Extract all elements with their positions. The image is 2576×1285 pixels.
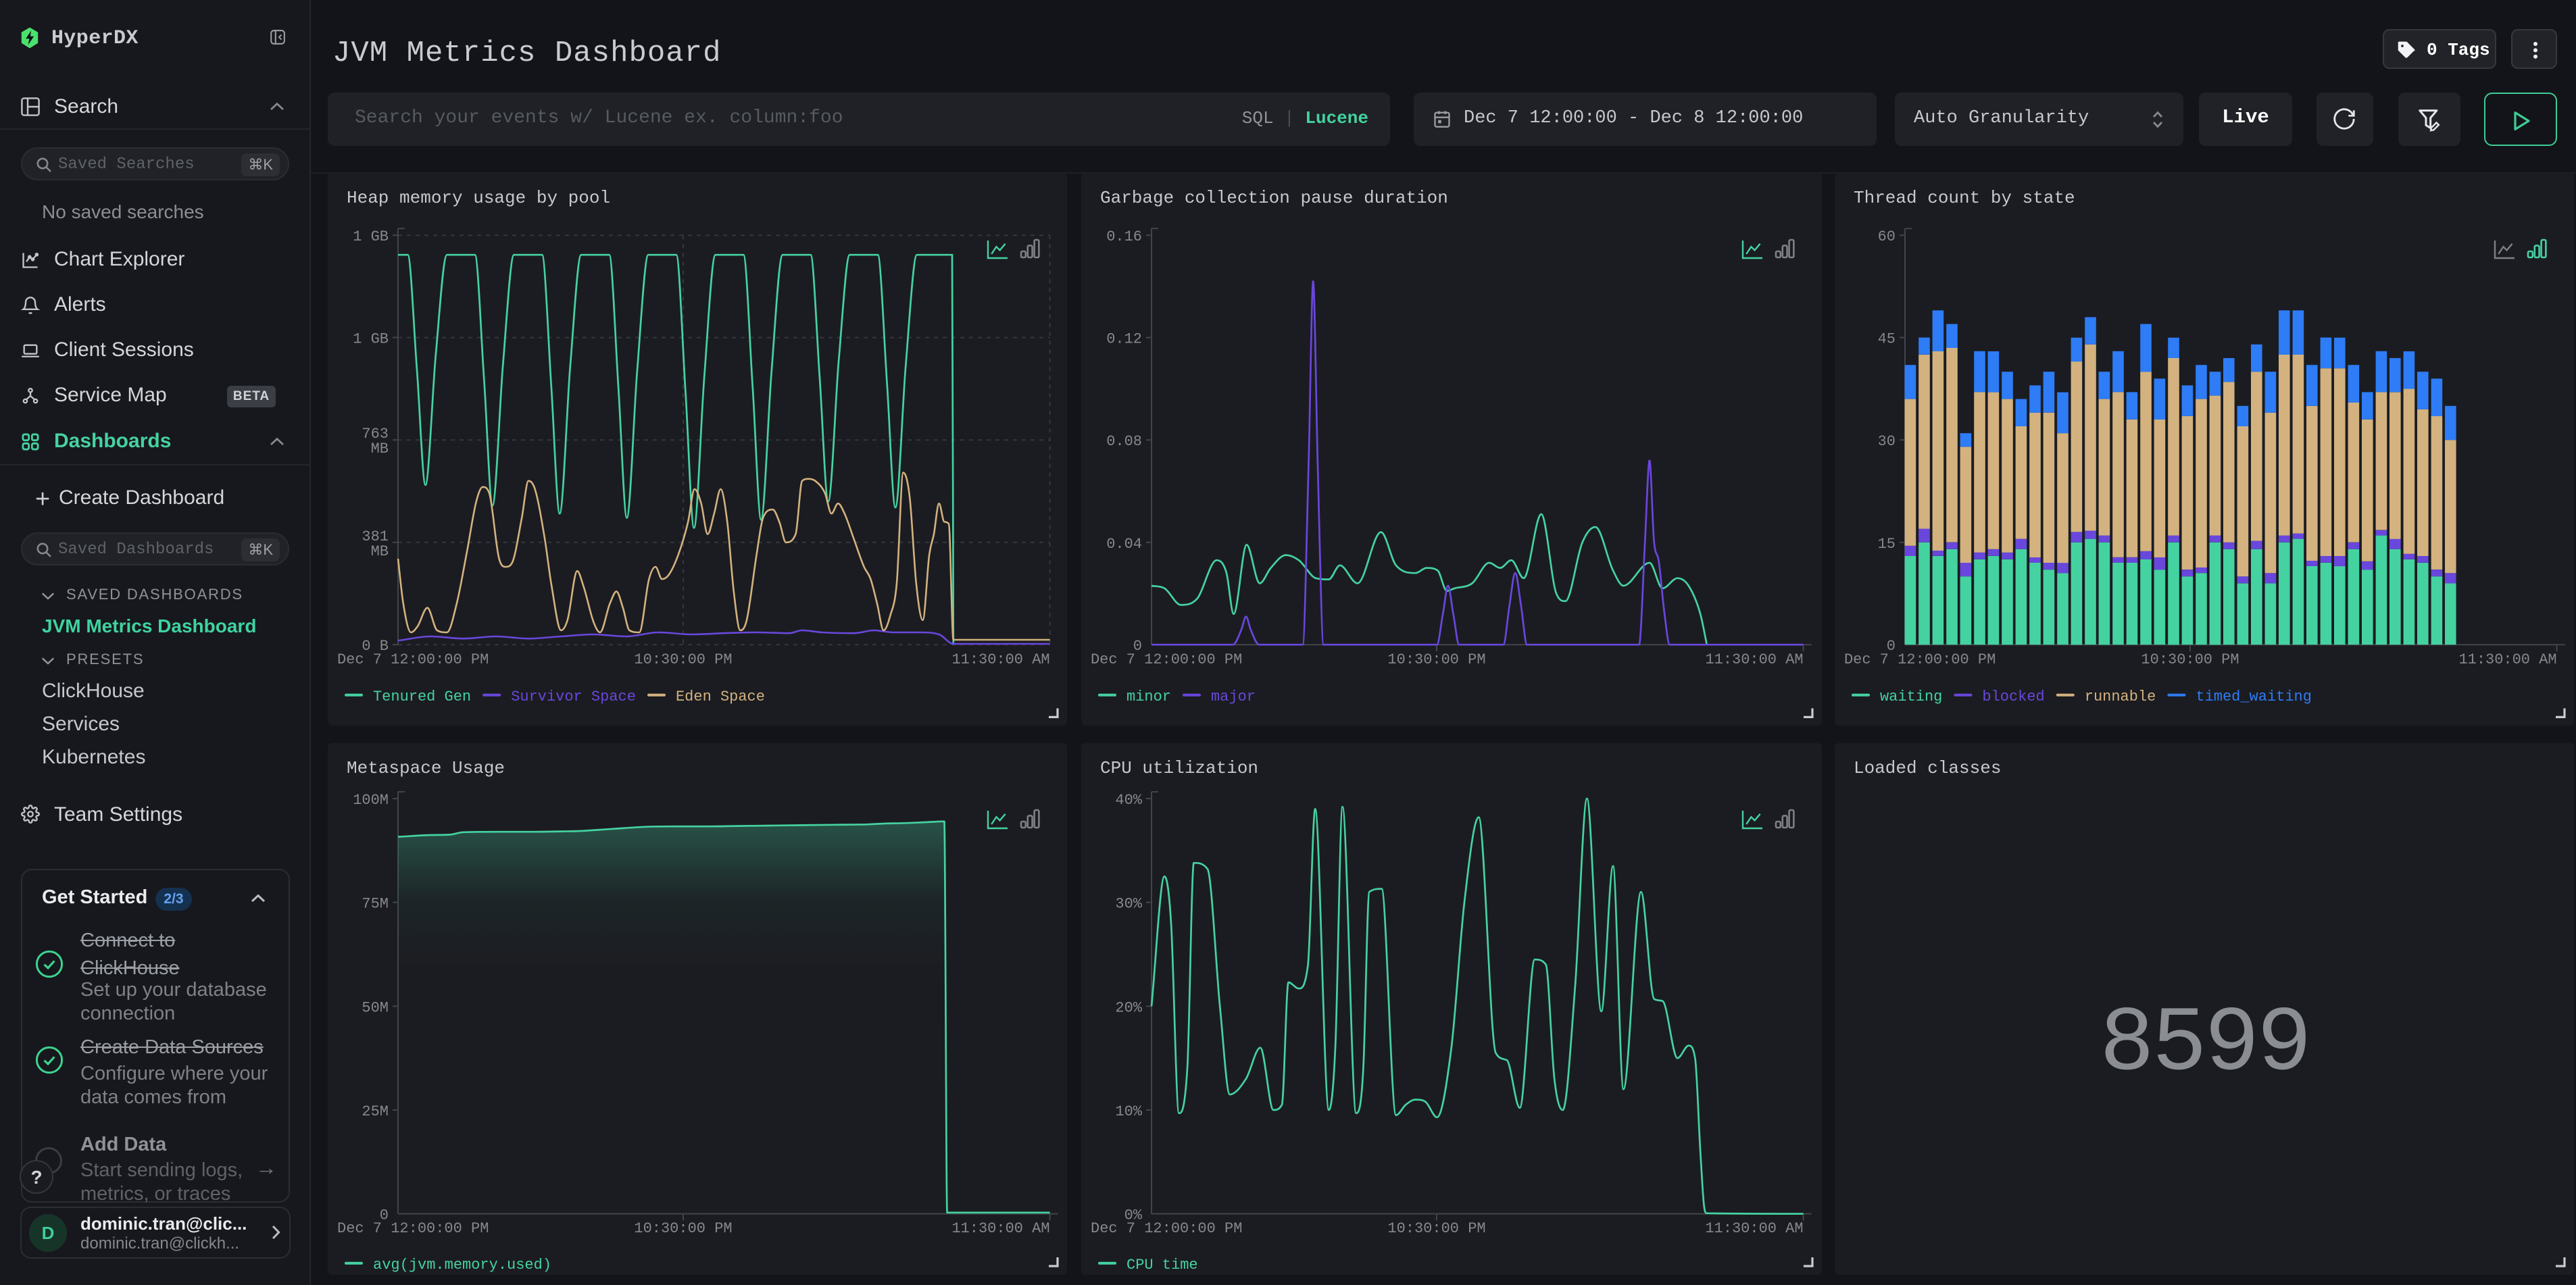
svg-text:avg(jvm.memory.used): avg(jvm.memory.used) [373, 1257, 551, 1274]
svg-text:15: 15 [1878, 536, 1896, 553]
svg-text:Survivor Space: Survivor Space [511, 688, 636, 705]
svg-text:1 GB: 1 GB [353, 331, 389, 348]
svg-text:40%: 40% [1115, 792, 1142, 809]
svg-text:10:30:00 PM: 10:30:00 PM [2141, 651, 2239, 668]
svg-text:11:30:00 AM: 11:30:00 AM [1705, 651, 1803, 668]
svg-text:MB: MB [371, 440, 389, 457]
svg-text:waiting: waiting [1880, 688, 1942, 705]
svg-text:MB: MB [371, 543, 389, 560]
svg-text:11:30:00 AM: 11:30:00 AM [2458, 651, 2556, 668]
svg-text:0.08: 0.08 [1106, 433, 1142, 450]
svg-text:0.12: 0.12 [1106, 331, 1142, 348]
svg-text:Tenured Gen: Tenured Gen [373, 688, 471, 705]
svg-text:Dec 7 12:00:00 PM: Dec 7 12:00:00 PM [1091, 651, 1242, 668]
svg-text:30: 30 [1878, 433, 1896, 450]
svg-text:10:30:00 PM: 10:30:00 PM [1387, 1220, 1485, 1237]
svg-text:blocked: blocked [1982, 688, 2044, 705]
svg-text:10:30:00 PM: 10:30:00 PM [634, 1220, 732, 1237]
svg-text:10:30:00 PM: 10:30:00 PM [634, 651, 732, 668]
svg-text:0.16: 0.16 [1106, 228, 1142, 245]
svg-text:10%: 10% [1115, 1103, 1142, 1120]
svg-text:Dec 7 12:00:00 PM: Dec 7 12:00:00 PM [337, 651, 489, 668]
svg-text:1 GB: 1 GB [353, 228, 389, 245]
svg-text:11:30:00 AM: 11:30:00 AM [951, 1220, 1049, 1237]
svg-text:45: 45 [1878, 331, 1896, 348]
svg-text:20%: 20% [1115, 999, 1142, 1016]
svg-text:25M: 25M [362, 1103, 389, 1120]
svg-text:Dec 7 12:00:00 PM: Dec 7 12:00:00 PM [1844, 651, 1996, 668]
svg-text:CPU time: CPU time [1126, 1257, 1198, 1274]
svg-text:100M: 100M [353, 792, 389, 809]
svg-text:Dec 7 12:00:00 PM: Dec 7 12:00:00 PM [337, 1220, 489, 1237]
svg-text:timed_waiting: timed_waiting [2196, 688, 2312, 705]
svg-text:75M: 75M [362, 896, 389, 913]
svg-text:30%: 30% [1115, 896, 1142, 913]
svg-text:major: major [1211, 688, 1256, 705]
svg-text:10:30:00 PM: 10:30:00 PM [1387, 651, 1485, 668]
svg-text:minor: minor [1126, 688, 1171, 705]
svg-text:50M: 50M [362, 999, 389, 1016]
svg-text:Eden Space: Eden Space [676, 688, 765, 705]
svg-text:11:30:00 AM: 11:30:00 AM [1705, 1220, 1803, 1237]
svg-text:Dec 7 12:00:00 PM: Dec 7 12:00:00 PM [1091, 1220, 1242, 1237]
svg-text:60: 60 [1878, 228, 1896, 245]
svg-text:8599: 8599 [2100, 992, 2309, 1097]
svg-text:11:30:00 AM: 11:30:00 AM [951, 651, 1049, 668]
svg-text:0.04: 0.04 [1106, 536, 1142, 553]
svg-text:runnable: runnable [2085, 688, 2156, 705]
